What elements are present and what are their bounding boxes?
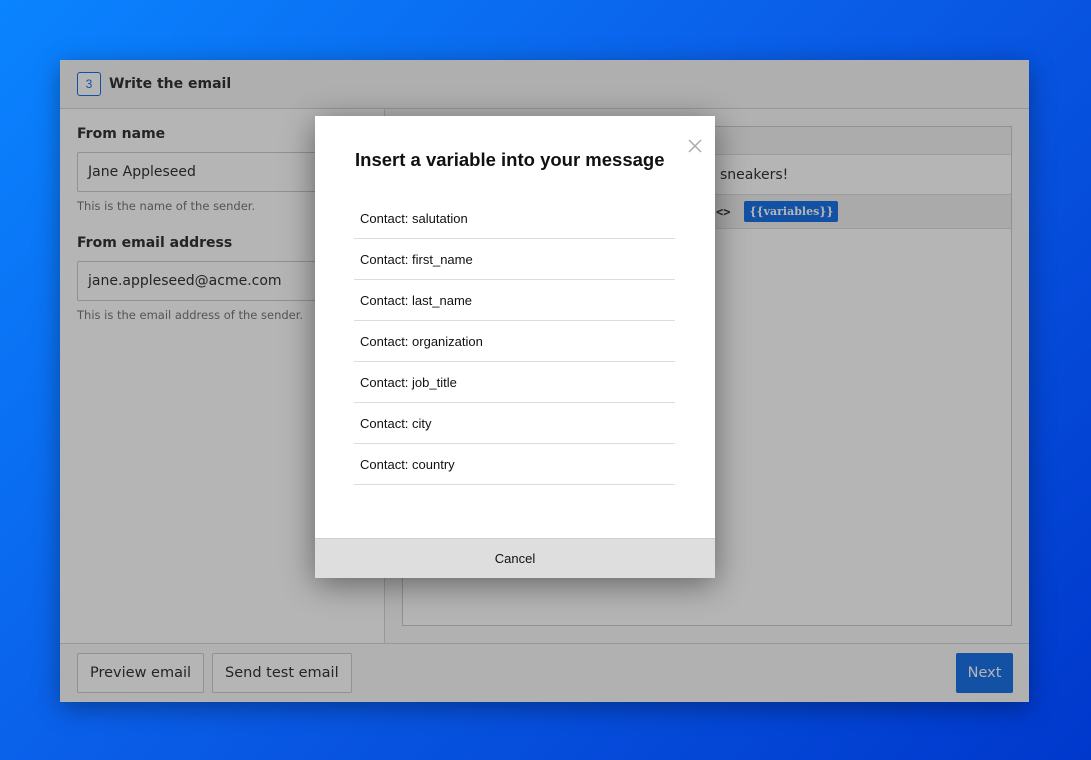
variable-item-first-name[interactable]: Contact: first_name [354, 239, 675, 280]
insert-variable-modal: Insert a variable into your message Cont… [315, 116, 715, 578]
variable-item-job-title[interactable]: Contact: job_title [354, 362, 675, 403]
variable-item-country[interactable]: Contact: country [354, 444, 675, 485]
variable-item-city[interactable]: Contact: city [354, 403, 675, 444]
cancel-button[interactable]: Cancel [315, 538, 715, 578]
variable-item-organization[interactable]: Contact: organization [354, 321, 675, 362]
close-icon[interactable] [687, 138, 703, 154]
modal-title: Insert a variable into your message [355, 149, 665, 170]
variable-item-last-name[interactable]: Contact: last_name [354, 280, 675, 321]
variable-item-salutation[interactable]: Contact: salutation [354, 198, 675, 239]
email-wizard-window: 3 Write the email From name Jane Applese… [60, 60, 1029, 702]
variable-list: Contact: salutation Contact: first_name … [354, 198, 675, 485]
